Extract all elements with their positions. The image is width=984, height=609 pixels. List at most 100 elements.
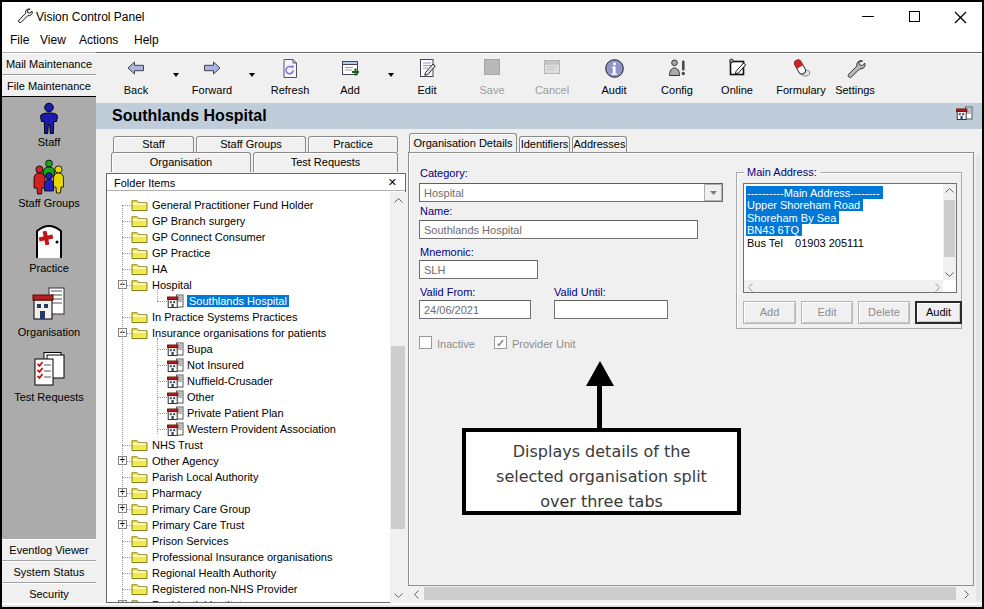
address-line[interactable]: Upper Shoreham Road	[746, 198, 863, 211]
address-scrollbar-thumb[interactable]	[944, 200, 955, 257]
toolbar-add-button[interactable]: Add	[318, 58, 382, 96]
tab-practice[interactable]: Practice	[308, 136, 398, 152]
category-dropdown-icon[interactable]	[704, 184, 722, 201]
sidebar-item-staff[interactable]	[2, 102, 96, 136]
tab-organisation[interactable]: Organisation	[111, 152, 251, 172]
horizontal-scrollbar[interactable]	[408, 586, 974, 601]
tree-scrollbar-thumb[interactable]	[391, 346, 405, 529]
menu-file[interactable]: File	[10, 33, 29, 47]
tree-item-pharmacy[interactable]: +Pharmacy	[107, 485, 389, 501]
sidebar-item-staff-groups[interactable]	[2, 159, 96, 197]
close-icon[interactable]: ✕	[388, 176, 397, 189]
tab-staff[interactable]: Staff	[113, 136, 194, 152]
tab-identifiers[interactable]: Identifiers	[519, 136, 570, 152]
tree-item-private-patient-plan[interactable]: Private Patient Plan	[107, 405, 389, 421]
scroll-up-icon[interactable]	[941, 183, 957, 198]
close-button[interactable]	[954, 11, 967, 26]
add-button[interactable]: Add	[743, 301, 796, 324]
toolbar-config-button[interactable]: Config	[645, 58, 709, 96]
tree-item-gp-branch-surgery[interactable]: GP Branch surgery	[107, 213, 389, 229]
tree-item-hospital[interactable]: −Hospital	[107, 277, 389, 293]
toolbar-edit-button[interactable]: Edit	[395, 58, 459, 96]
tree-item-gp-practice[interactable]: GP Practice	[107, 245, 389, 261]
toolbar-back-button[interactable]: Back	[104, 58, 168, 96]
toolbar-audit-button[interactable]: Audit	[582, 58, 646, 96]
audit-button[interactable]: Audit	[915, 301, 962, 324]
category-select[interactable]: Hospital	[419, 183, 723, 202]
sidebar-button-mail-maintenance[interactable]: Mail Maintenance	[2, 53, 96, 75]
tree-item-nhs-trust[interactable]: NHS Trust	[107, 437, 389, 453]
scroll-right-icon[interactable]	[929, 279, 945, 293]
address-line[interactable]: Shoreham By Sea	[746, 211, 839, 224]
sidebar-item-practice[interactable]	[2, 221, 96, 261]
tree-item-general-practitioner-fund-holder[interactable]: General Practitioner Fund Holder	[107, 197, 389, 213]
toolbar-dropdown-icon[interactable]	[249, 73, 255, 77]
toolbar-forward-button[interactable]: Forward	[180, 58, 244, 96]
valid-until-field[interactable]	[554, 300, 668, 319]
tab-staff-groups[interactable]: Staff Groups	[196, 136, 306, 152]
mnemonic-field[interactable]: SLH	[419, 260, 538, 279]
tab-organisation-details[interactable]: Organisation Details	[409, 133, 517, 152]
tree-item-prison-services[interactable]: Prison Services	[107, 533, 389, 549]
sidebar-button-file-maintenance[interactable]: File Maintenance	[2, 75, 96, 97]
tree-scrollbar[interactable]	[390, 192, 406, 603]
provider-unit-checkbox[interactable]: ✓	[494, 336, 507, 349]
tree-item-primary-care-trust[interactable]: +Primary Care Trust	[107, 517, 389, 533]
tab-test-requests[interactable]: Test Requests	[253, 152, 398, 172]
tree-item-western-provident-association[interactable]: Western Provident Association	[107, 421, 389, 437]
scroll-up-icon[interactable]	[390, 192, 406, 208]
toolbar-save-button[interactable]: Save	[460, 58, 524, 96]
tab-addresses[interactable]: Addresses	[572, 136, 627, 152]
folder-icon	[131, 198, 148, 214]
tree-item-bupa[interactable]: Bupa	[107, 341, 389, 357]
delete-button[interactable]: Delete	[858, 301, 910, 324]
main-address-list[interactable]: ----------Main Address--------Upper Shor…	[743, 183, 957, 293]
valid-from-field[interactable]: 24/06/2021	[419, 300, 531, 319]
inactive-checkbox[interactable]	[419, 336, 432, 349]
minimize-button[interactable]	[862, 16, 874, 17]
name-field[interactable]: Southlands Hospital	[419, 220, 698, 239]
hscrollbar-thumb[interactable]	[424, 587, 956, 600]
edit-button[interactable]: Edit	[801, 301, 853, 324]
address-line[interactable]: ----------Main Address--------	[746, 186, 883, 199]
toolbar-settings-button[interactable]: Settings	[823, 58, 887, 96]
menu-view[interactable]: View	[40, 33, 66, 47]
tree-item-primary-care-group[interactable]: +Primary Care Group	[107, 501, 389, 517]
menu-help[interactable]: Help	[134, 33, 159, 47]
toolbar-refresh-button[interactable]: Refresh	[258, 58, 322, 96]
scroll-left-icon[interactable]	[743, 279, 758, 293]
tree-item-insurance-organisations-for-patients[interactable]: −Insurance organisations for patients	[107, 325, 389, 341]
address-scrollbar[interactable]	[943, 184, 956, 280]
address-hscrollbar[interactable]	[744, 280, 943, 293]
tree-item-nuffield-crusader[interactable]: Nuffield-Crusader	[107, 373, 389, 389]
scroll-left-icon[interactable]	[408, 586, 424, 602]
toolbar-dropdown-icon[interactable]	[388, 73, 394, 77]
tree-item-southlands-hospital[interactable]: Southlands Hospital	[107, 293, 389, 309]
toolbar-online-button[interactable]: Online	[705, 58, 769, 96]
address-line[interactable]: Bus Tel 01903 205111	[746, 236, 867, 249]
tree-item-other-agency[interactable]: +Other Agency	[107, 453, 389, 469]
tree-item-ha[interactable]: HA	[107, 261, 389, 277]
sidebar-button-system-status[interactable]: System Status	[2, 561, 96, 583]
sidebar-button-eventlog-viewer[interactable]: Eventlog Viewer	[2, 539, 96, 561]
scroll-down-icon[interactable]	[390, 587, 406, 603]
maximize-button[interactable]	[909, 11, 920, 22]
tree-item-not-insured[interactable]: Not Insured	[107, 357, 389, 373]
valid-from-label: Valid From:	[420, 286, 475, 298]
sidebar-item-test-requests[interactable]	[2, 351, 96, 389]
toolbar-cancel-button[interactable]: Cancel	[520, 58, 584, 96]
tree-item-other[interactable]: Other	[107, 389, 389, 405]
tree-item-gp-connect-consumer[interactable]: GP Connect Consumer	[107, 229, 389, 245]
tree-item-registered-non-nhs-provider[interactable]: Registered non-NHS Provider	[107, 581, 389, 597]
toolbar-dropdown-icon[interactable]	[173, 73, 179, 77]
sidebar-button-security[interactable]: Security	[2, 583, 96, 605]
tree-item-regional-health-authority[interactable]: Regional Health Authority	[107, 565, 389, 581]
menu-actions[interactable]: Actions	[79, 33, 118, 47]
scroll-right-icon[interactable]	[958, 586, 974, 602]
tree-item-parish-local-authority[interactable]: Parish Local Authority	[107, 469, 389, 485]
sidebar-item-organisation[interactable]	[2, 287, 96, 323]
tree-item-residential-institutes[interactable]: +Residential Institutes	[107, 597, 389, 602]
tree-item-professional-insurance-organisations[interactable]: Professional Insurance organisations	[107, 549, 389, 565]
address-line[interactable]: BN43 6TQ	[746, 223, 802, 236]
tree-item-in-practice-systems-practices[interactable]: In Practice Systems Practices	[107, 309, 389, 325]
